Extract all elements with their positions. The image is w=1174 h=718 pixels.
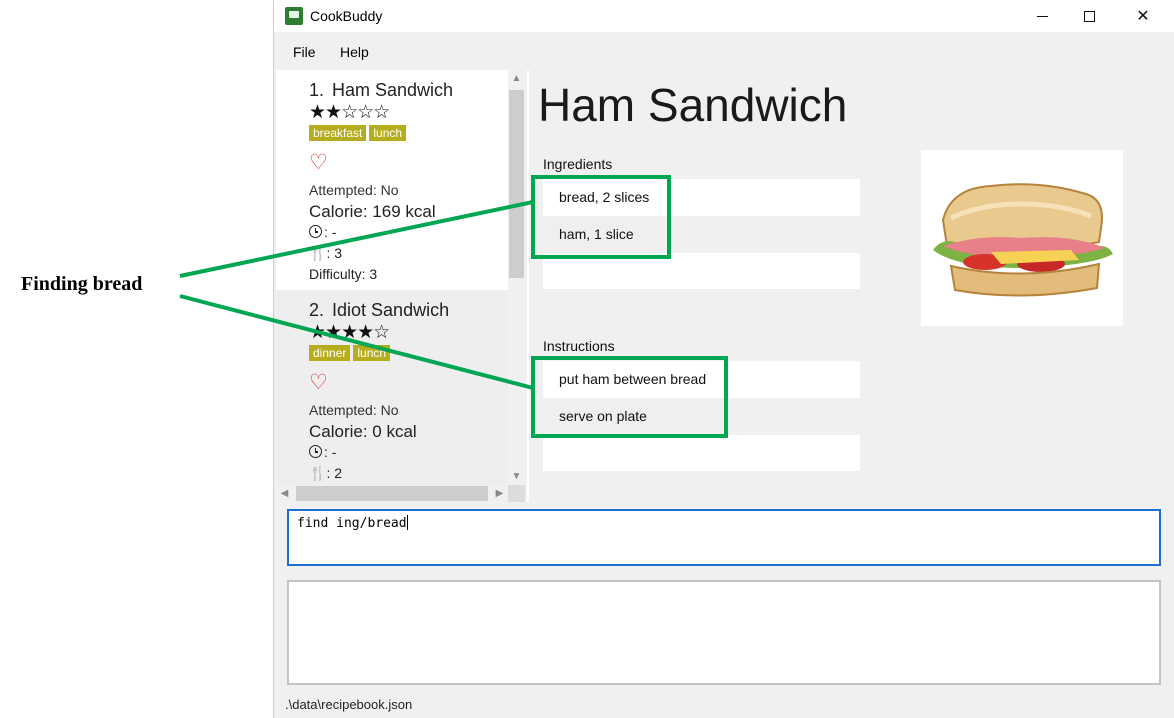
- annotation-label: Finding bread: [21, 273, 143, 295]
- serving-size: 🍴: 2: [309, 465, 342, 482]
- attempted-status: Attempted: No: [309, 402, 399, 418]
- sandwich-image: [921, 150, 1123, 326]
- recipe-list[interactable]: 1. Ham Sandwich ★★☆☆☆ breakfast lunch ♡ A…: [276, 70, 525, 502]
- scroll-down-icon[interactable]: ▼: [508, 468, 525, 485]
- prep-time: : -: [309, 224, 336, 240]
- screenshot: Finding bread CookBuddy ✕ File Help 1. Ha…: [0, 0, 1174, 718]
- vertical-scrollbar[interactable]: ▲ ▼: [508, 70, 525, 485]
- command-input[interactable]: find ing/bread: [287, 509, 1161, 566]
- maximize-button[interactable]: [1066, 0, 1112, 32]
- recipe-card[interactable]: 2. Idiot Sandwich ★★★★☆ dinner lunch ♡ At…: [276, 290, 508, 490]
- instructions-label: Instructions: [543, 338, 615, 354]
- detail-title: Ham Sandwich: [538, 79, 848, 131]
- empty-list-row: [543, 253, 860, 289]
- recipe-card[interactable]: 1. Ham Sandwich ★★☆☆☆ breakfast lunch ♡ A…: [276, 70, 508, 290]
- recipe-index: 2.: [309, 300, 325, 320]
- tag-badge: lunch: [353, 345, 391, 361]
- recipe-name: Idiot Sandwich: [332, 300, 450, 320]
- rating-stars-icon: ★★★★☆: [309, 322, 390, 343]
- command-text[interactable]: find ing/bread: [297, 515, 408, 531]
- sandwich-illustration: [933, 183, 1113, 297]
- recipe-name: Ham Sandwich: [332, 80, 454, 100]
- serving-value: : 2: [326, 465, 343, 481]
- vertical-scroll-thumb[interactable]: [509, 90, 524, 278]
- tag-badge: lunch: [369, 125, 407, 141]
- scroll-corner: [508, 485, 525, 502]
- cutlery-icon: 🍴: [309, 245, 327, 261]
- tag-list: breakfast lunch: [309, 125, 407, 141]
- recipe-index: 1.: [309, 80, 325, 100]
- app-logo-icon: [285, 7, 303, 25]
- clock-icon: [309, 445, 322, 458]
- menu-file[interactable]: File: [293, 44, 316, 60]
- recipe-title: 1. Ham Sandwich: [309, 80, 453, 101]
- attempted-status: Attempted: No: [309, 182, 399, 198]
- minimize-icon: [1036, 15, 1048, 17]
- text-caret: [406, 515, 408, 530]
- heart-outline-icon: ♡: [309, 151, 328, 174]
- difficulty-value: Difficulty: 3: [309, 266, 378, 282]
- maximize-icon: [1083, 10, 1095, 22]
- panel-divider[interactable]: [527, 70, 529, 502]
- prep-time-value: : -: [324, 224, 337, 240]
- empty-list-row: [543, 471, 860, 507]
- app-window: CookBuddy ✕ File Help 1. Ham Sandwich ★★☆…: [273, 0, 1174, 718]
- status-bar-path: .\data\recipebook.json: [285, 697, 413, 712]
- close-button[interactable]: ✕: [1120, 0, 1166, 32]
- window-title: CookBuddy: [310, 8, 383, 24]
- command-value: find ing/bread: [297, 516, 407, 531]
- horizontal-scrollbar[interactable]: ◀ ▶: [276, 485, 508, 502]
- horizontal-scroll-thumb[interactable]: [296, 486, 488, 501]
- ingredients-label: Ingredients: [543, 156, 613, 172]
- list-item[interactable]: ham, 1 slice: [543, 216, 860, 253]
- scroll-right-icon[interactable]: ▶: [491, 485, 508, 502]
- serving-size: 🍴: 3: [309, 245, 342, 262]
- tag-badge: breakfast: [309, 125, 367, 141]
- calorie-value: Calorie: 0 kcal: [309, 422, 417, 441]
- list-item[interactable]: bread, 2 slices: [543, 179, 860, 216]
- recipe-title: 2. Idiot Sandwich: [309, 300, 449, 321]
- ingredients-list[interactable]: bread, 2 slices ham, 1 slice: [543, 179, 860, 311]
- empty-list-row: [543, 289, 860, 311]
- calorie-value: Calorie: 169 kcal: [309, 202, 436, 221]
- recipe-detail: Ham Sandwich Ingredients bread, 2 slices…: [530, 70, 1174, 507]
- prep-time-value: : -: [324, 444, 337, 460]
- heart-outline-icon: ♡: [309, 371, 328, 394]
- empty-list-row: [543, 435, 860, 471]
- prep-time: : -: [309, 444, 336, 460]
- clock-icon: [309, 225, 322, 238]
- scroll-up-icon[interactable]: ▲: [508, 70, 525, 87]
- list-item[interactable]: serve on plate: [543, 398, 860, 435]
- menu-help[interactable]: Help: [340, 44, 369, 60]
- tag-list: dinner lunch: [309, 345, 391, 361]
- list-item[interactable]: put ham between bread: [543, 361, 860, 398]
- minimize-button[interactable]: [1019, 0, 1065, 32]
- cutlery-icon: 🍴: [309, 465, 327, 481]
- scroll-left-icon[interactable]: ◀: [276, 485, 293, 502]
- title-bar: CookBuddy ✕: [274, 0, 1174, 32]
- instructions-list[interactable]: put ham between bread serve on plate: [543, 361, 860, 507]
- rating-stars-icon: ★★☆☆☆: [309, 102, 390, 123]
- result-display[interactable]: [287, 580, 1161, 685]
- serving-value: : 3: [326, 245, 343, 261]
- tag-badge: dinner: [309, 345, 351, 361]
- menu-bar: File Help: [274, 38, 1174, 66]
